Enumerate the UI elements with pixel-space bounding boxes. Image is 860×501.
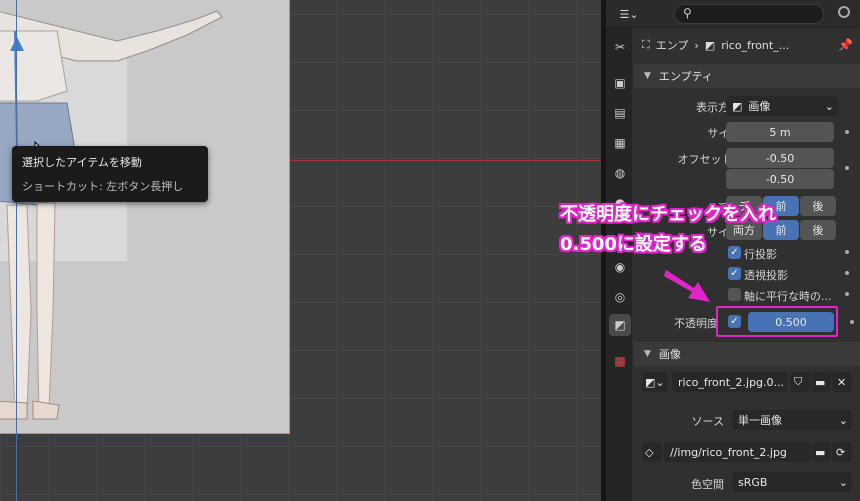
source-dropdown[interactable]: 単一画像 ⌄ <box>732 410 852 430</box>
offset-x-field[interactable]: -0.50 <box>726 148 834 168</box>
image-section-header[interactable]: ▼ 画像 <box>634 342 860 366</box>
image-section-title: 画像 <box>658 348 681 361</box>
chevron-right-icon: › <box>694 38 699 52</box>
scene-icon: ◍ <box>614 166 626 180</box>
image-icon: ◩ <box>732 99 743 113</box>
tooltip-shortcut: ショートカット: 左ボタン長押し <box>22 180 184 193</box>
annotation-arrow-icon <box>664 270 710 302</box>
tab-object[interactable]: ◉ <box>609 256 631 278</box>
axis-aligned-label: 軸に平行な時の... <box>744 290 832 303</box>
character-figure-image <box>0 10 223 420</box>
fake-user-button[interactable]: ⛉ <box>790 372 810 392</box>
breadcrumb-data: rico_front_... <box>721 38 790 52</box>
open-image-button[interactable]: ▬ <box>811 372 831 392</box>
chevron-down-icon: ⌄ <box>838 413 848 427</box>
annotation-callout: 不透明度にチェックを入れ 0.500に設定する <box>560 200 840 256</box>
tooltip-title: 選択したアイテムを移動 <box>22 156 142 169</box>
tooltip: 選択したアイテムを移動 ショートカット: 左ボタン長押し <box>12 146 208 202</box>
colorspace-dropdown[interactable]: sRGB ⌄ <box>732 472 852 492</box>
keyframe-dot[interactable] <box>845 130 849 134</box>
collapse-arrow-icon: ▼ <box>644 71 651 81</box>
tab-output[interactable]: ▤ <box>609 102 631 124</box>
tool-icon: ✂ <box>614 40 626 54</box>
filepath-field[interactable]: //img/rico_front_2.jpg <box>664 442 810 462</box>
size-field[interactable]: 5 m <box>726 122 834 142</box>
editor-type-button[interactable]: ☰⌄ <box>614 4 644 24</box>
keyframe-dot[interactable] <box>845 250 849 254</box>
shield-icon: ⛉ <box>794 375 803 388</box>
image-browse-button[interactable]: ◩⌄ <box>642 372 668 392</box>
properties-tabs: ✂ ▣ ▤ ▦ ◍ ● ◉ ◎ ◩ ▩ <box>606 28 632 501</box>
unlink-image-button[interactable]: ✕ <box>832 372 852 392</box>
keyframe-dot[interactable] <box>845 292 849 296</box>
perspective-label: 透視投影 <box>744 269 788 282</box>
annotation-line-2: 0.500に設定する <box>560 234 707 255</box>
opacity-label: 不透明度 <box>674 317 718 330</box>
breadcrumb-object: エンプ <box>655 39 689 52</box>
keyframe-dot[interactable] <box>845 271 849 275</box>
texture-icon: ▩ <box>614 354 626 368</box>
physics-icon: ◎ <box>614 290 626 304</box>
empty-section-header[interactable]: ▼ エンプティ <box>634 64 860 88</box>
empty-section-title: エンプティ <box>658 70 713 83</box>
reload-icon: ⟳ <box>836 445 846 459</box>
package-icon: ◇ <box>645 445 654 459</box>
collapse-arrow-icon: ▼ <box>644 349 651 359</box>
source-label: ソース <box>691 415 724 428</box>
image-icon: ◩⌄ <box>645 375 665 389</box>
display-as-value: 画像 <box>748 100 771 113</box>
search-icon: ⚲ <box>683 6 692 20</box>
3d-viewport[interactable]: 選択したアイテムを移動 ショートカット: 左ボタン長押し <box>0 0 601 501</box>
chevron-down-icon: ⌄ <box>824 99 834 113</box>
output-icon: ▤ <box>614 106 626 120</box>
z-axis-line <box>16 0 17 501</box>
tab-scene[interactable]: ◍ <box>609 162 631 184</box>
empty-object-icon: ⛶ <box>642 38 650 51</box>
tab-render[interactable]: ▣ <box>609 72 631 94</box>
tab-physics[interactable]: ◎ <box>609 286 631 308</box>
annotation-line-1: 不透明度にチェックを入れ <box>560 204 776 225</box>
folder-icon: ▬ <box>815 445 826 459</box>
keyframe-dot[interactable] <box>845 166 849 170</box>
pin-icon[interactable]: 📌 <box>838 38 853 52</box>
properties-header: ☰⌄ ⚲ <box>606 0 860 28</box>
properties-panel: ⛶ エンプ › ◩ rico_front_... 📌 ▼ エンプティ 表示方法 … <box>634 28 860 501</box>
colorspace-value: sRGB <box>738 475 768 489</box>
object-icon: ◉ <box>614 260 626 274</box>
image-data-icon: ◩ <box>704 38 716 52</box>
search-input[interactable]: ⚲ <box>674 4 824 24</box>
filepath-browse-button[interactable]: ▬ <box>811 442 831 462</box>
colorspace-label: 色空間 <box>691 478 724 491</box>
tab-tool[interactable]: ✂ <box>609 36 631 58</box>
offset-y-field[interactable]: -0.50 <box>726 169 834 189</box>
axis-aligned-checkbox[interactable] <box>728 288 741 301</box>
opacity-highlight-box <box>716 306 838 337</box>
packed-file-button[interactable]: ◇ <box>642 442 662 462</box>
chevron-down-icon: ⌄ <box>838 475 848 489</box>
image-name-field[interactable]: rico_front_2.jpg.0... <box>672 372 788 392</box>
reference-image-empty[interactable] <box>0 0 290 434</box>
properties-editor-icon: ☰⌄ <box>619 7 639 21</box>
tab-texture[interactable]: ▩ <box>609 350 631 372</box>
view-layer-icon: ▦ <box>614 136 626 150</box>
source-value: 単一画像 <box>738 414 782 427</box>
keyframe-dot[interactable] <box>850 320 854 324</box>
render-icon: ▣ <box>614 76 626 90</box>
image-data-icon: ◩ <box>614 318 626 332</box>
perspective-checkbox[interactable]: ✓ <box>728 267 741 280</box>
close-icon: ✕ <box>837 375 847 389</box>
tab-view-layer[interactable]: ▦ <box>609 132 631 154</box>
reload-button[interactable]: ⟳ <box>832 442 852 462</box>
folder-icon: ▬ <box>815 375 826 389</box>
display-as-dropdown[interactable]: ◩ 画像 ⌄ <box>726 96 838 116</box>
tab-object-data[interactable]: ◩ <box>609 314 631 336</box>
breadcrumb: ⛶ エンプ › ◩ rico_front_... <box>642 36 789 54</box>
check-icon: ✓ <box>730 268 739 279</box>
options-icon[interactable] <box>838 6 850 18</box>
